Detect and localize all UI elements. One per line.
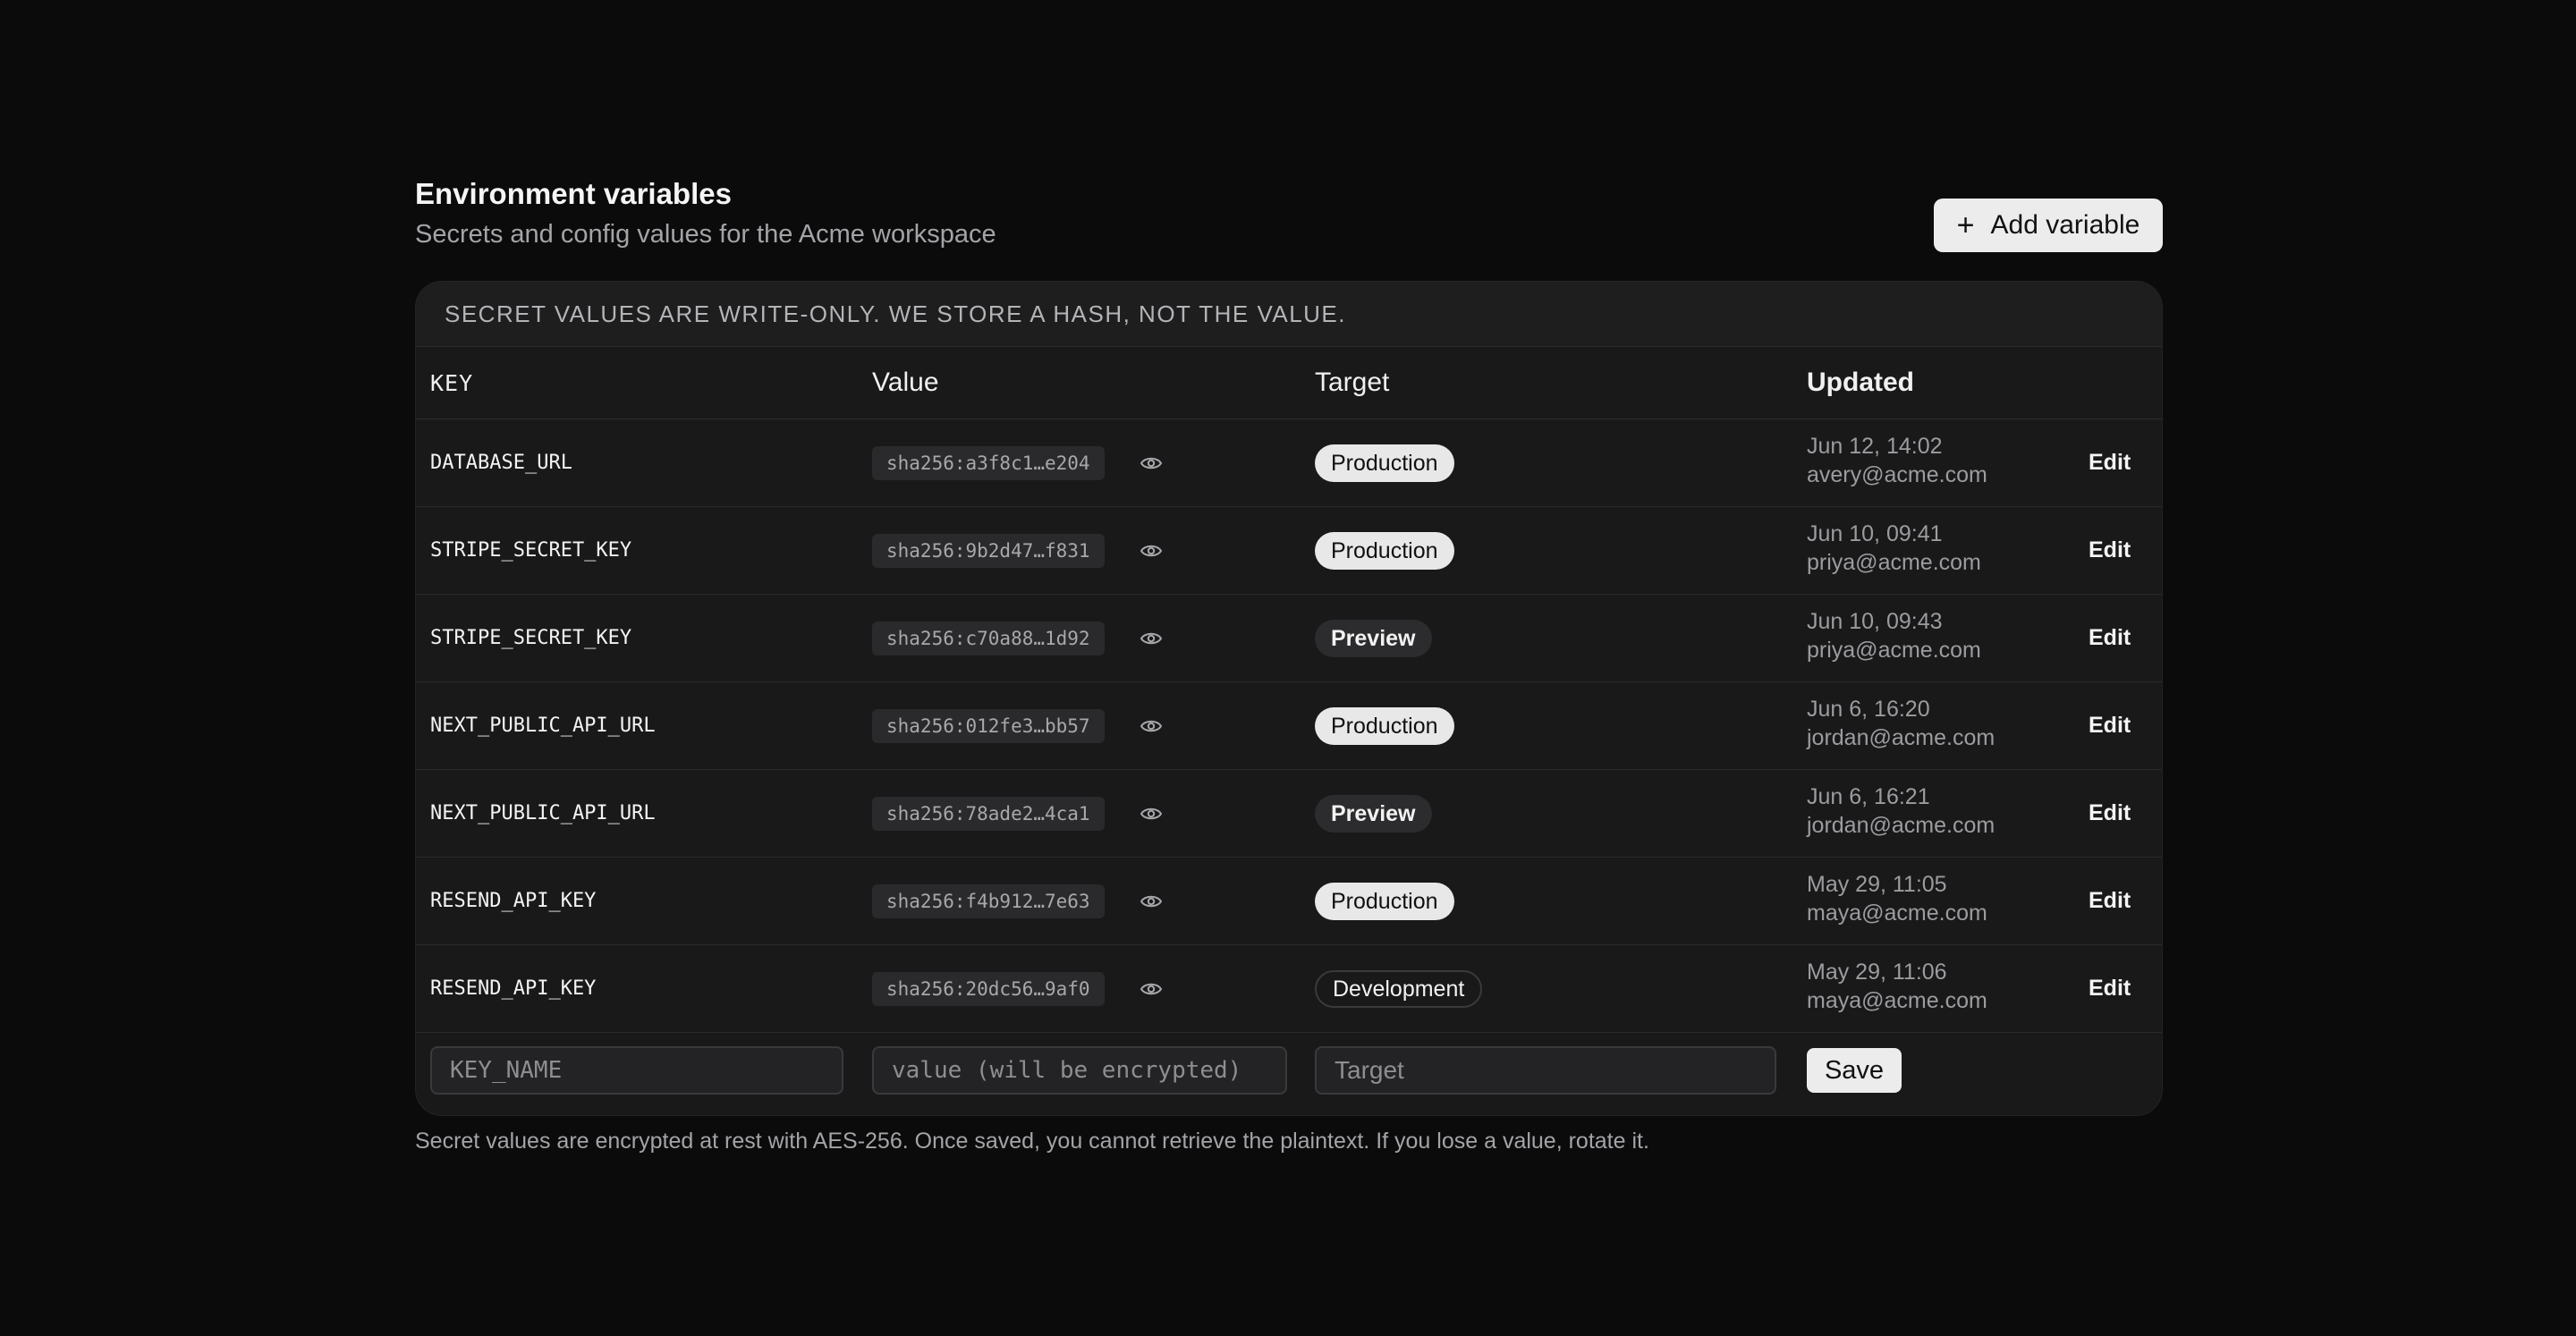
edit-button[interactable]: Edit [2089, 419, 2131, 506]
updated-by: priya@acme.com [1807, 550, 1981, 575]
variable-key: RESEND_API_KEY [430, 977, 597, 1000]
new-variable-form: Save [416, 1033, 2162, 1113]
table-body: DATABASE_URL sha256:a3f8c1…e204 Production… [416, 419, 2162, 1033]
encryption-footnote: Secret values are encrypted at rest with… [415, 1129, 1649, 1154]
value-hash: sha256:20dc56…9af0 [872, 972, 1105, 1006]
eye-icon[interactable] [1139, 452, 1164, 474]
updated-by: maya@acme.com [1807, 988, 1987, 1013]
edit-button[interactable]: Edit [2089, 507, 2131, 594]
updated-by: avery@acme.com [1807, 462, 1987, 487]
add-variable-button[interactable]: + Add variable [1934, 199, 2163, 252]
updated-by: priya@acme.com [1807, 638, 1981, 663]
eye-icon[interactable] [1139, 978, 1164, 1000]
add-variable-label: Add variable [1990, 210, 2140, 240]
value-hash: sha256:9b2d47…f831 [872, 534, 1105, 568]
updated-time: May 29, 11:06 [1807, 960, 1947, 985]
column-header-updated: Updated [1807, 368, 1914, 397]
table-row: DATABASE_URL sha256:a3f8c1…e204 Production… [416, 419, 2162, 507]
variable-key: STRIPE_SECRET_KEY [430, 627, 632, 649]
edit-button[interactable]: Edit [2089, 945, 2131, 1032]
eye-icon[interactable] [1139, 715, 1164, 737]
updated-time: Jun 6, 16:20 [1807, 697, 1930, 722]
target-badge: Production [1315, 883, 1454, 920]
value-hash: sha256:f4b912…7e63 [872, 884, 1105, 918]
page-subtitle: Secrets and config values for the Acme w… [415, 220, 996, 249]
target-badge: Production [1315, 532, 1454, 570]
edit-button[interactable]: Edit [2089, 770, 2131, 857]
updated-time: Jun 10, 09:41 [1807, 521, 1943, 546]
table-row: STRIPE_SECRET_KEY sha256:9b2d47…f831 Produ… [416, 507, 2162, 595]
page-title: Environment variables [415, 177, 732, 210]
value-hash: sha256:a3f8c1…e204 [872, 446, 1105, 480]
updated-by: jordan@acme.com [1807, 813, 1996, 838]
table-row: NEXT_PUBLIC_API_URL sha256:012fe3…bb57 Pro… [416, 682, 2162, 770]
updated-time: Jun 6, 16:21 [1807, 784, 1930, 809]
table-row: RESEND_API_KEY sha256:20dc56…9af0 Developm… [416, 945, 2162, 1033]
value-hash: sha256:78ade2…4ca1 [872, 797, 1105, 831]
edit-button[interactable]: Edit [2089, 858, 2131, 944]
eye-icon[interactable] [1139, 540, 1164, 562]
target-badge: Production [1315, 444, 1454, 482]
target-badge: Preview [1315, 620, 1432, 657]
value-input[interactable] [872, 1046, 1287, 1095]
variable-key: NEXT_PUBLIC_API_URL [430, 802, 656, 824]
target-badge: Preview [1315, 795, 1432, 833]
variable-key: DATABASE_URL [430, 452, 572, 474]
page-header: Environment variables Secrets and config… [415, 173, 2163, 281]
column-header-key: KEY [430, 369, 474, 396]
plus-icon: + [1956, 208, 1975, 242]
target-badge: Development [1315, 970, 1483, 1008]
updated-time: Jun 12, 14:02 [1807, 434, 1943, 459]
table-header: KEY Value Target Updated [416, 347, 2162, 419]
edit-button[interactable]: Edit [2089, 595, 2131, 681]
updated-time: May 29, 11:05 [1807, 872, 1947, 897]
variable-key: STRIPE_SECRET_KEY [430, 539, 632, 562]
value-hash: sha256:012fe3…bb57 [872, 709, 1105, 743]
variable-key: RESEND_API_KEY [430, 890, 597, 912]
eye-icon[interactable] [1139, 803, 1164, 824]
column-header-target: Target [1315, 368, 1390, 397]
table-row: STRIPE_SECRET_KEY sha256:c70a88…1d92 Previ… [416, 595, 2162, 682]
edit-button[interactable]: Edit [2089, 682, 2131, 769]
updated-time: Jun 10, 09:43 [1807, 609, 1943, 634]
env-vars-panel: Environment variables Secrets and config… [415, 173, 2163, 1154]
target-badge: Production [1315, 707, 1454, 745]
variable-key: NEXT_PUBLIC_API_URL [430, 715, 656, 737]
write-only-banner: SECRET VALUES ARE WRITE-ONLY. WE STORE A… [416, 282, 2162, 347]
eye-icon[interactable] [1139, 891, 1164, 912]
key-name-input[interactable] [430, 1046, 843, 1095]
variables-table-card: SECRET VALUES ARE WRITE-ONLY. WE STORE A… [415, 281, 2163, 1116]
table-row: RESEND_API_KEY sha256:f4b912…7e63 Producti… [416, 858, 2162, 945]
eye-icon[interactable] [1139, 628, 1164, 649]
target-input[interactable] [1315, 1046, 1776, 1095]
value-hash: sha256:c70a88…1d92 [872, 621, 1105, 655]
column-header-value: Value [872, 368, 939, 397]
updated-by: jordan@acme.com [1807, 725, 1996, 750]
save-button[interactable]: Save [1807, 1048, 1902, 1093]
table-row: NEXT_PUBLIC_API_URL sha256:78ade2…4ca1 Pre… [416, 770, 2162, 858]
updated-by: maya@acme.com [1807, 901, 1987, 926]
